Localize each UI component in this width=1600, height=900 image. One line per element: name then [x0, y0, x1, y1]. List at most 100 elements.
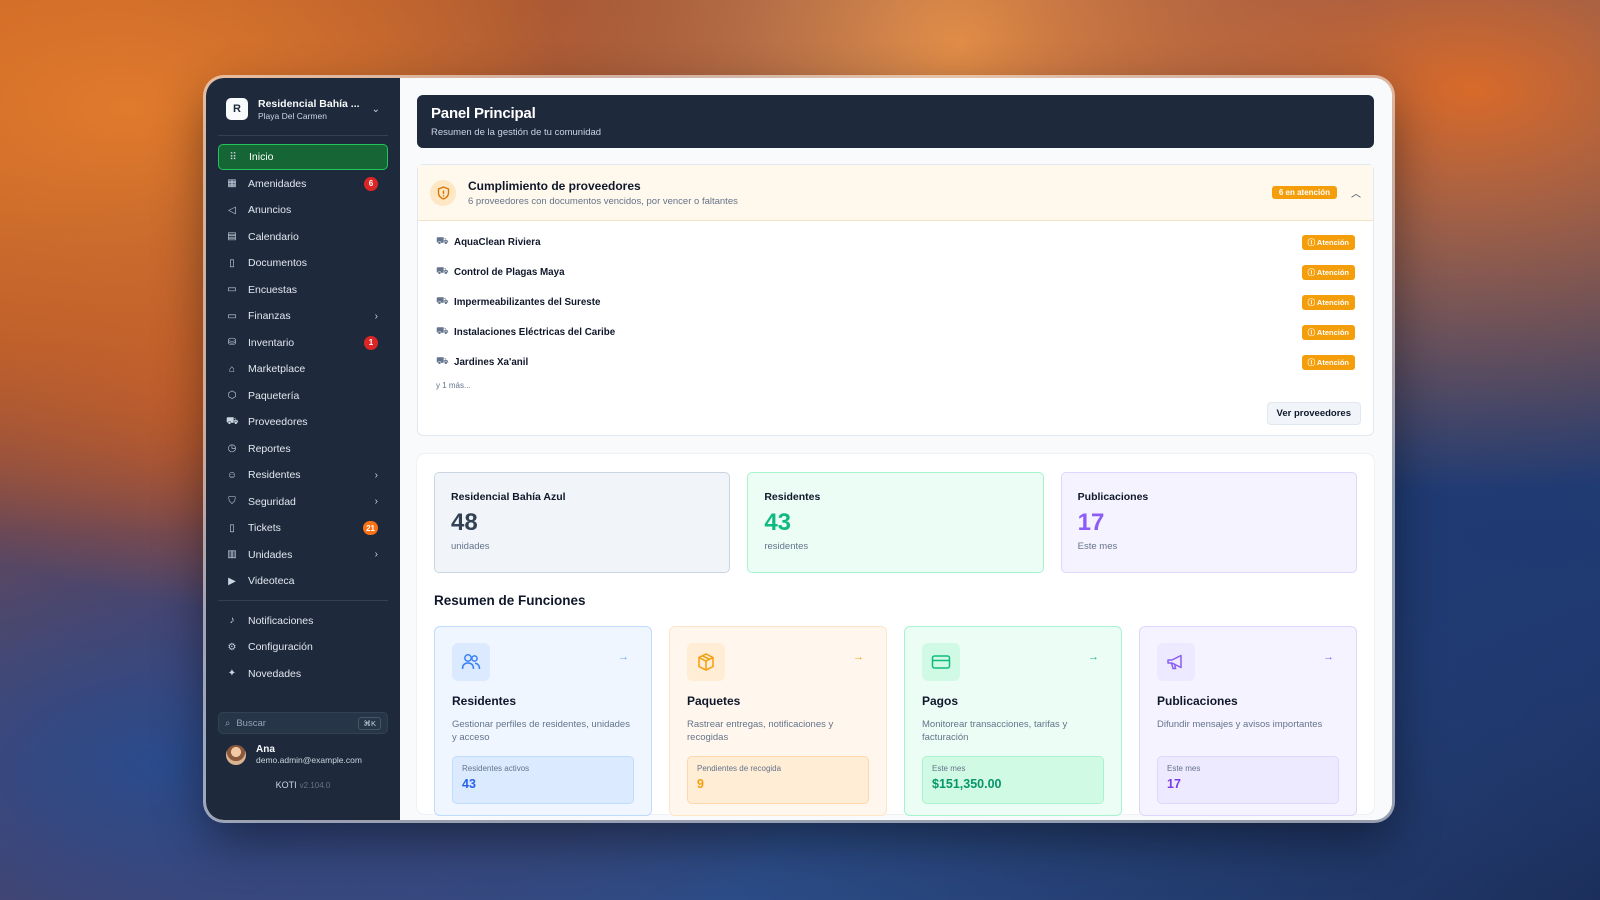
user-menu[interactable]: Ana demo.admin@example.com [226, 744, 388, 765]
sidebar-item-reportes[interactable]: ◷ Reportes [218, 435, 388, 462]
calendar-icon: ▤ [227, 231, 237, 243]
list-item[interactable]: ⛟ Jardines Xa'anil ⓘ Atención [436, 347, 1355, 377]
status-text: Atención [1316, 237, 1349, 247]
org-switcher[interactable]: R Residencial Bahía ... Playa Del Carmen… [218, 92, 388, 136]
status-badge: ⓘ Atención [1301, 234, 1355, 250]
truck-icon: ⛟ [436, 265, 449, 277]
sidebar-item-inicio[interactable]: ⠿ Inicio [218, 143, 388, 171]
status-badge: ⓘ Atención [1301, 294, 1355, 310]
sidebar-item-seguridad[interactable]: ⛉ Seguridad › [218, 488, 388, 515]
list-item[interactable]: ⛟ Instalaciones Eléctricas del Caribe ⓘ … [436, 317, 1355, 347]
list-item[interactable]: ⛟ Impermeabilizantes del Sureste ⓘ Atenc… [436, 287, 1355, 317]
sidebar-item-configuracion[interactable]: ⚙ Configuración [218, 634, 388, 661]
metric-label: Residentes activos [462, 764, 530, 773]
arrow-right-icon[interactable]: → [618, 651, 629, 663]
credit-card-icon [922, 643, 960, 681]
user-name: Ana [256, 744, 275, 755]
sidebar-item-encuestas[interactable]: ▭ Encuestas [218, 276, 388, 303]
vendor-list: ⛟ AquaClean Riviera ⓘ Atención ⛟ Control… [418, 221, 1373, 390]
metric-value: 17 [1167, 777, 1181, 791]
feature-card-publicaciones[interactable]: → Publicaciones Difundir mensajes y avis… [1139, 626, 1357, 816]
vendor-name: AquaClean Riviera [454, 236, 541, 248]
sidebar-item-label: Notificaciones [248, 614, 314, 627]
sidebar-item-marketplace[interactable]: ⌂ Marketplace [218, 356, 388, 383]
status-text: Atención [1316, 327, 1349, 337]
file-icon: ▯ [229, 257, 235, 269]
feature-card-pagos[interactable]: → Pagos Monitorear transacciones, tarifa… [904, 626, 1122, 816]
arrow-right-icon[interactable]: → [1088, 651, 1099, 663]
sidebar-item-label: Unidades [248, 548, 293, 561]
sidebar-item-label: Residentes [248, 469, 301, 482]
clock-icon: ◷ [227, 443, 237, 455]
sidebar-item-calendario[interactable]: ▤ Calendario [218, 223, 388, 250]
sidebar-item-proveedores[interactable]: ⛟ Proveedores [218, 409, 388, 436]
stat-title: Residencial Bahía Azul [451, 491, 566, 503]
section-title: Resumen de Funciones [434, 593, 586, 608]
sidebar-item-documentos[interactable]: ▯ Documentos [218, 250, 388, 277]
feature-metric: Este mes $151,350.00 [922, 756, 1104, 804]
sidebar-item-videoteca[interactable]: ▶ Videoteca [218, 568, 388, 595]
version-number: v2.104.0 [299, 781, 331, 790]
truck-icon: ⛟ [436, 295, 449, 307]
sidebar-item-novedades[interactable]: ✦ Novedades [218, 660, 388, 687]
search-input[interactable]: ⌕ Buscar ⌘K [218, 712, 388, 734]
stats-row: Residencial Bahía Azul 48 unidades Resid… [434, 472, 1357, 573]
status-badge: ⓘ Atención [1301, 324, 1355, 340]
sidebar-item-label: Paquetería [248, 389, 300, 402]
metric-value: 9 [697, 777, 704, 791]
sidebar-nav: ⠿ Inicio ▦ Amenidades 6 ◁ Anuncios ▤ Cal… [218, 143, 388, 687]
sidebar-item-finanzas[interactable]: ▭ Finanzas › [218, 303, 388, 330]
building-icon: ▦ [227, 178, 237, 190]
sidebar-item-label: Tickets [248, 522, 281, 535]
bell-icon: ♪ [229, 615, 235, 627]
compliance-title: Cumplimiento de proveedores [468, 178, 641, 193]
sidebar-item-unidades[interactable]: ▥ Unidades › [218, 541, 388, 568]
users-icon [452, 643, 490, 681]
feature-title: Paquetes [687, 694, 741, 708]
truck-icon: ⛟ [436, 235, 449, 247]
count-badge: 6 [364, 176, 378, 191]
sidebar-item-notificaciones[interactable]: ♪ Notificaciones [218, 607, 388, 634]
chevron-right-icon: › [374, 496, 378, 508]
poll-icon: ▭ [227, 284, 237, 296]
sidebar-item-label: Anuncios [248, 204, 292, 217]
vendor-compliance-panel: Cumplimiento de proveedores 6 proveedore… [417, 164, 1374, 436]
dashboard-summary: Residencial Bahía Azul 48 unidades Resid… [417, 454, 1374, 816]
arrow-right-icon[interactable]: → [853, 651, 864, 663]
sidebar-item-label: Calendario [248, 230, 299, 243]
feature-title: Residentes [452, 694, 517, 708]
stat-card-residents: Residentes 43 residentes [747, 472, 1044, 573]
sidebar-item-label: Seguridad [248, 495, 296, 508]
list-item[interactable]: ⛟ Control de Plagas Maya ⓘ Atención [436, 257, 1355, 287]
chevron-right-icon: › [374, 549, 378, 561]
feature-title: Pagos [922, 694, 959, 708]
sidebar-item-label: Finanzas [248, 310, 291, 323]
vendor-name: Control de Plagas Maya [454, 266, 565, 278]
sidebar-item-label: Videoteca [248, 575, 295, 588]
sidebar-item-label: Marketplace [248, 363, 306, 376]
stat-subtitle: Este mes [1077, 541, 1118, 552]
compliance-subtitle: 6 proveedores con documentos vencidos, p… [468, 195, 738, 207]
sidebar-item-residentes[interactable]: ☺ Residentes › [218, 462, 388, 489]
sidebar-item-label: Amenidades [248, 177, 307, 190]
chevron-up-icon[interactable]: ︿ [1351, 185, 1361, 200]
megaphone-icon: ◁ [228, 204, 236, 216]
compliance-header[interactable]: Cumplimiento de proveedores 6 proveedore… [418, 165, 1373, 221]
feature-card-paquetes[interactable]: → Paquetes Rastrear entregas, notificaci… [669, 626, 887, 816]
truck-icon: ⛟ [436, 355, 449, 367]
sidebar-item-paqueteria[interactable]: ⬡ Paquetería [218, 382, 388, 409]
wallet-icon: ▭ [227, 310, 237, 322]
sidebar-item-anuncios[interactable]: ◁ Anuncios [218, 197, 388, 224]
status-badge: ⓘ Atención [1301, 354, 1355, 370]
feature-card-residentes[interactable]: → Residentes Gestionar perfiles de resid… [434, 626, 652, 816]
sidebar-item-tickets[interactable]: ▯ Tickets 21 [218, 515, 388, 542]
arrow-right-icon[interactable]: → [1323, 651, 1334, 663]
view-vendors-button[interactable]: Ver proveedores [1266, 402, 1361, 425]
stat-subtitle: residentes [764, 541, 809, 552]
sidebar-item-amenidades[interactable]: ▦ Amenidades 6 [218, 170, 388, 197]
list-item[interactable]: ⛟ AquaClean Riviera ⓘ Atención [436, 227, 1355, 257]
feature-metric: Residentes activos 43 [452, 756, 634, 804]
ticket-icon: ▯ [229, 522, 235, 534]
sidebar-item-inventario[interactable]: ⛁ Inventario 1 [218, 329, 388, 356]
vendor-name: Jardines Xa'anil [454, 356, 529, 368]
